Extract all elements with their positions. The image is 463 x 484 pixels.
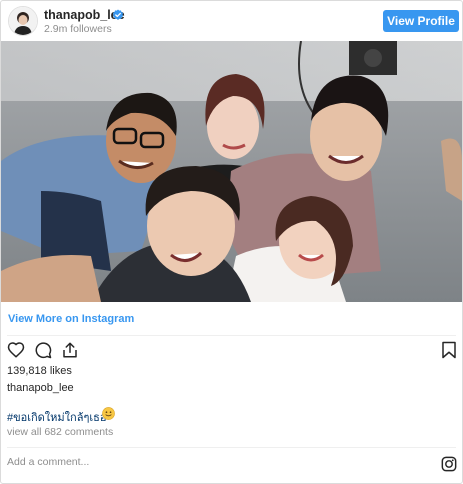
divider — [7, 335, 456, 336]
post-photo[interactable] — [1, 41, 462, 302]
comment-icon[interactable] — [34, 341, 52, 359]
instagram-logo-icon[interactable] — [441, 456, 457, 472]
smiling-face-emoji — [102, 407, 115, 420]
view-profile-button[interactable]: View Profile — [383, 10, 459, 32]
post-header: thanapob_lee 2.9m followers View Profile — [1, 1, 462, 41]
add-comment-input[interactable] — [7, 456, 307, 468]
verified-badge-icon — [113, 9, 123, 20]
like-count: 139,818 likes — [7, 365, 72, 377]
avatar[interactable] — [8, 6, 38, 36]
caption-username[interactable]: thanapob_lee — [7, 382, 74, 394]
view-more-on-instagram-link[interactable]: View More on Instagram — [8, 313, 134, 325]
view-all-comments-link[interactable]: view all 682 comments — [7, 426, 113, 438]
follower-count: 2.9m followers — [44, 23, 112, 35]
instagram-embed-card: thanapob_lee 2.9m followers View Profile — [0, 0, 463, 484]
share-icon[interactable] — [61, 341, 79, 359]
photo-icon — [1, 41, 462, 302]
bookmark-icon[interactable] — [441, 341, 457, 359]
caption-hashtag[interactable]: #ขอเกิดใหม่ใกล้ๆเธอ — [7, 408, 106, 426]
heart-icon[interactable] — [7, 341, 25, 359]
divider — [7, 447, 456, 448]
